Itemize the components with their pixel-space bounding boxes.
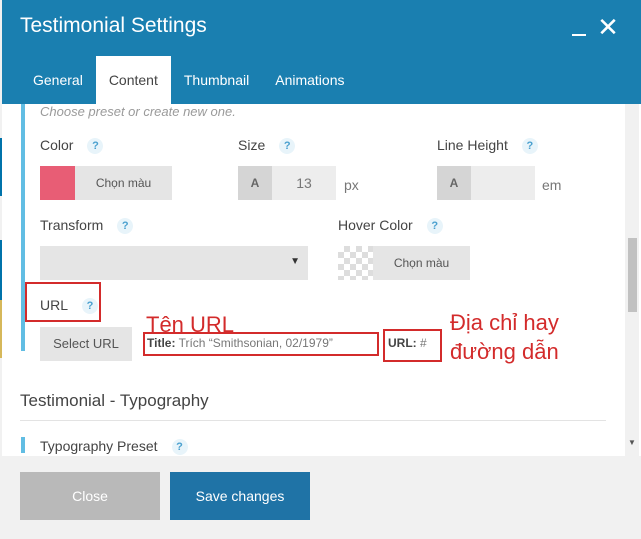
help-icon[interactable]: ? — [521, 138, 538, 155]
typography-preset-text: Typography Preset — [40, 438, 158, 454]
annotation-box-url-address — [383, 329, 442, 362]
color-label: Color? — [40, 137, 104, 155]
font-size-icon: A — [238, 166, 272, 200]
transform-label: Transform? — [40, 217, 134, 235]
tab-animations[interactable]: Animations — [262, 56, 357, 104]
line-height-icon: A — [437, 166, 471, 200]
section-accent-bar — [21, 437, 25, 453]
typography-preset-label: Typography Preset? — [40, 438, 188, 456]
testimonial-settings-dialog: Testimonial Settings ✕ General Content T… — [2, 0, 641, 539]
line-height-input[interactable]: A — [437, 166, 535, 200]
hover-color-label-text: Hover Color — [338, 217, 413, 233]
section-divider — [20, 420, 606, 421]
color-pick-button[interactable]: Chọn màu — [75, 166, 172, 200]
chevron-down-icon: ▼ — [290, 256, 300, 267]
color-picker[interactable]: Chọn màu — [40, 166, 172, 200]
help-icon[interactable]: ? — [171, 439, 188, 456]
size-input[interactable]: A 13 — [238, 166, 336, 200]
scrollbar[interactable]: ▼ — [625, 104, 639, 456]
scroll-down-arrow-icon[interactable]: ▼ — [627, 438, 637, 447]
tab-general[interactable]: General — [20, 56, 96, 104]
annotation-address-line2: đường dẫn — [450, 339, 559, 364]
save-changes-button[interactable]: Save changes — [170, 472, 310, 520]
help-icon[interactable]: ? — [279, 138, 296, 155]
help-icon[interactable]: ? — [87, 138, 104, 155]
tab-thumbnail[interactable]: Thumbnail — [171, 56, 262, 104]
line-height-label-text: Line Height — [437, 137, 508, 153]
minimize-icon[interactable] — [566, 14, 590, 40]
close-button[interactable]: Close — [20, 472, 160, 520]
close-icon[interactable]: ✕ — [596, 14, 620, 40]
dialog-title: Testimonial Settings — [20, 14, 207, 37]
size-unit: px — [344, 177, 359, 193]
preset-hint: Choose preset or create new one. — [40, 104, 236, 119]
annotation-url-name: Tên URL — [146, 312, 235, 337]
help-icon[interactable]: ? — [117, 218, 134, 235]
annotation-box-url-label — [25, 282, 101, 322]
hover-color-picker[interactable]: Chọn màu — [338, 246, 470, 280]
size-label: Size? — [238, 137, 296, 155]
scrollbar-thumb[interactable] — [628, 238, 637, 312]
settings-panel: Choose preset or create new one. Color? … — [2, 104, 641, 456]
color-swatch[interactable] — [40, 166, 75, 200]
tab-content[interactable]: Content — [95, 56, 171, 104]
line-height-label: Line Height? — [437, 137, 538, 155]
line-height-unit: em — [542, 177, 562, 193]
hover-color-pick-button[interactable]: Chọn màu — [373, 246, 470, 280]
dialog-footer: Close Save changes — [2, 456, 641, 539]
tab-bar: General Content Thumbnail Animations — [20, 56, 358, 104]
size-label-text: Size — [238, 137, 266, 153]
annotation-address-line1: Địa chỉ hay — [450, 310, 559, 335]
select-url-button[interactable]: Select URL — [40, 327, 132, 361]
line-height-value[interactable] — [471, 166, 535, 200]
color-label-text: Color — [40, 137, 74, 153]
transform-select[interactable]: ▼ — [40, 246, 308, 280]
hover-color-swatch[interactable] — [338, 246, 373, 280]
transform-label-text: Transform — [40, 217, 104, 233]
dialog-header: Testimonial Settings ✕ General Content T… — [2, 0, 641, 104]
help-icon[interactable]: ? — [426, 218, 443, 235]
size-value[interactable]: 13 — [272, 166, 336, 200]
typography-section-title[interactable]: Testimonial - Typography — [20, 391, 209, 411]
hover-color-label: Hover Color? — [338, 217, 443, 235]
